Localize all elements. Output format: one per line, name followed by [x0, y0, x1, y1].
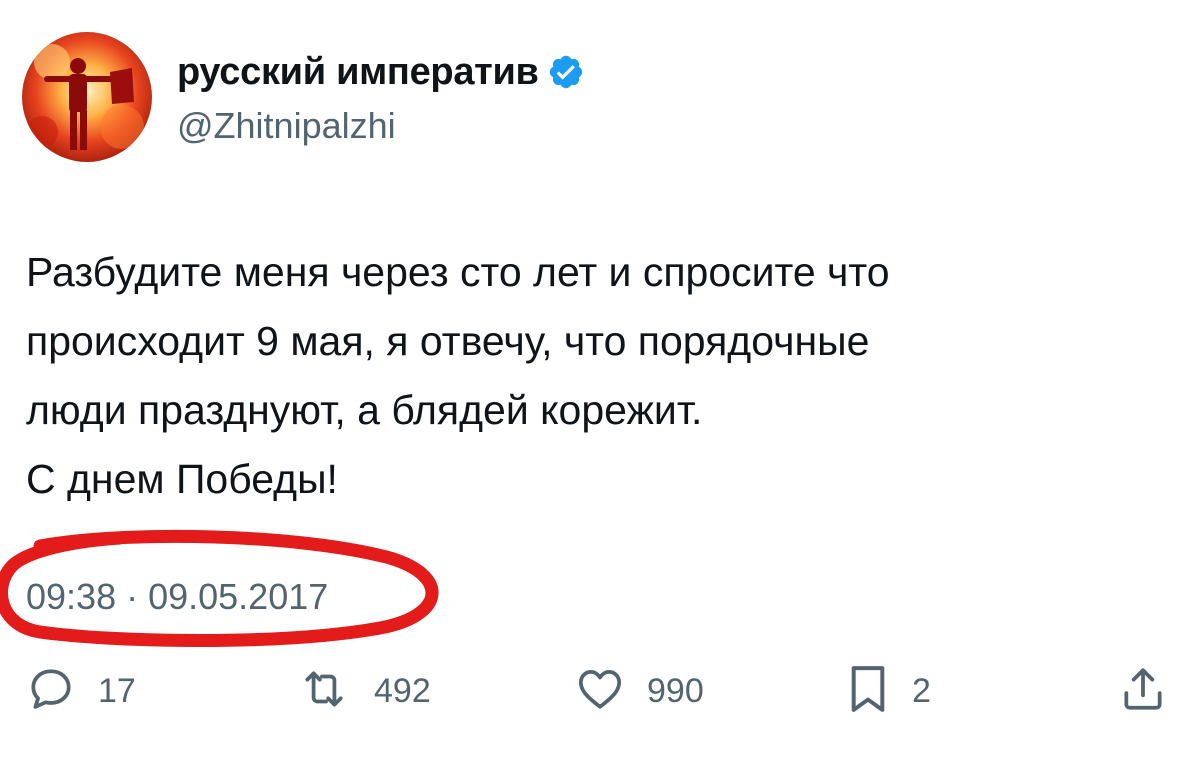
author-handle[interactable]: @Zhitnipalzhi: [177, 104, 396, 148]
retweet-icon: [296, 664, 352, 719]
bookmark-count: 2: [912, 672, 931, 710]
like-count: 990: [647, 672, 704, 710]
heart-icon: [575, 664, 625, 719]
verified-badge-icon: [547, 53, 585, 91]
reply-button[interactable]: 17: [26, 665, 136, 717]
retweet-button[interactable]: 492: [296, 665, 431, 717]
share-button[interactable]: [1118, 665, 1168, 717]
avatar-image: [22, 32, 152, 162]
like-button[interactable]: 990: [575, 665, 704, 717]
author-name-row[interactable]: русский императив: [177, 50, 585, 94]
bookmark-button[interactable]: 2: [846, 665, 931, 717]
share-icon: [1118, 663, 1168, 720]
tweet-timestamp[interactable]: 09:38 · 09.05.2017: [26, 575, 328, 619]
reply-count: 17: [98, 672, 136, 710]
tweet-actions-bar: 17 492 990 2: [0, 665, 1200, 725]
tweet-text: Разбудите меня через сто лет и спросите …: [26, 249, 890, 502]
display-name[interactable]: русский императив: [177, 50, 539, 94]
avatar[interactable]: [22, 32, 152, 162]
retweet-count: 492: [374, 672, 431, 710]
reply-icon: [26, 664, 76, 719]
bookmark-icon: [846, 662, 890, 721]
